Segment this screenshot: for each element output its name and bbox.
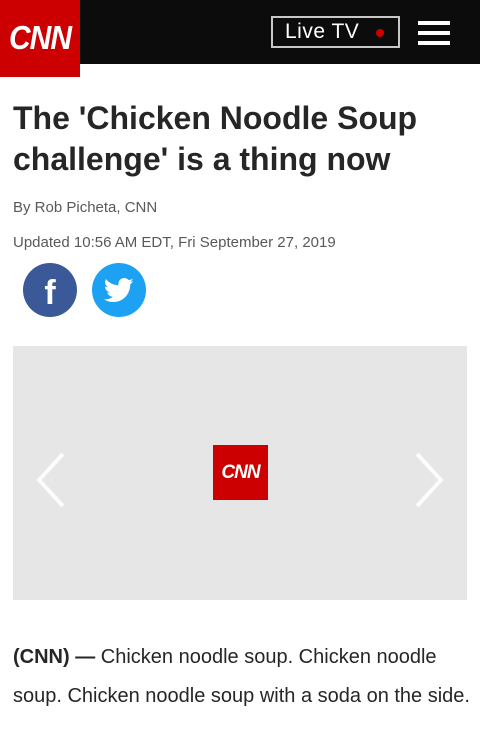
top-navigation-bar: CNN Live TV bbox=[0, 0, 480, 77]
article-lede: (CNN) — Chicken noodle soup. Chicken noo… bbox=[13, 638, 473, 716]
chevron-left-icon[interactable] bbox=[31, 450, 71, 510]
menu-bar bbox=[418, 21, 450, 25]
cnn-logo-text: CNN bbox=[9, 19, 72, 57]
image-gallery: CNN bbox=[13, 346, 467, 600]
twitter-icon bbox=[104, 277, 134, 302]
facebook-icon: f bbox=[44, 273, 56, 312]
live-tv-button[interactable]: Live TV bbox=[271, 16, 400, 48]
gallery-cnn-logo-text: CNN bbox=[221, 461, 260, 483]
live-indicator-dot-icon bbox=[376, 29, 384, 37]
article-updated-timestamp: Updated 10:56 AM EDT, Fri September 27, … bbox=[13, 234, 336, 251]
menu-bar bbox=[418, 41, 450, 45]
facebook-share-button[interactable]: f bbox=[23, 263, 77, 317]
live-tv-label: Live TV bbox=[285, 20, 360, 43]
twitter-share-button[interactable] bbox=[92, 263, 146, 317]
hamburger-menu-icon[interactable] bbox=[418, 21, 450, 45]
lede-source-label: (CNN) — bbox=[13, 646, 96, 668]
chevron-right-icon[interactable] bbox=[409, 450, 449, 510]
menu-bar bbox=[418, 31, 450, 35]
article-byline: By Rob Picheta, CNN bbox=[13, 199, 158, 216]
article-headline: The 'Chicken Noodle Soup challenge' is a… bbox=[13, 100, 418, 177]
gallery-cnn-logo: CNN bbox=[213, 445, 268, 500]
cnn-logo[interactable]: CNN bbox=[0, 0, 80, 77]
